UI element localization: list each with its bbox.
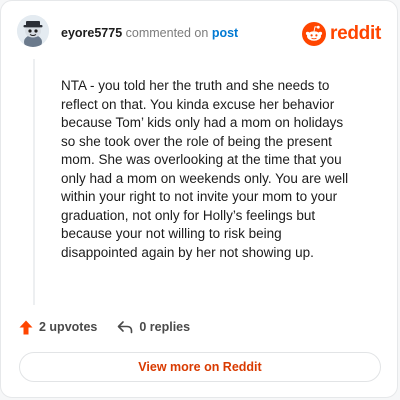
- comment-meta: eyore5775 commented on post: [61, 25, 238, 41]
- view-more-on-reddit-button[interactable]: View more on Reddit: [19, 352, 381, 382]
- username[interactable]: eyore5775: [61, 26, 122, 40]
- reddit-wordmark: reddit: [330, 23, 381, 44]
- reply-action[interactable]: 0 replies: [117, 320, 190, 334]
- comment-header: eyore5775 commented on post reddit: [17, 15, 381, 51]
- reply-count: 0 replies: [139, 320, 191, 334]
- thread-line: [33, 59, 35, 305]
- commented-on-label: commented on: [125, 26, 209, 40]
- reddit-brand[interactable]: reddit: [302, 21, 381, 47]
- comment-body: NTA - you told her the truth and she nee…: [61, 78, 349, 260]
- reply-arrow-icon: [118, 321, 133, 334]
- upvote-action[interactable]: 2 upvotes: [19, 320, 97, 335]
- comment-card: eyore5775 commented on post reddit NTA -…: [0, 0, 398, 398]
- upvote-arrow-icon: [19, 320, 33, 334]
- avatar-snoo-icon: [17, 15, 49, 47]
- avatar[interactable]: [17, 15, 49, 47]
- post-link[interactable]: post: [212, 26, 238, 40]
- comment-actions: 2 upvotes 0 replies: [19, 317, 190, 337]
- upvote-count: 2 upvotes: [39, 320, 98, 334]
- reddit-logo-icon: [302, 22, 327, 46]
